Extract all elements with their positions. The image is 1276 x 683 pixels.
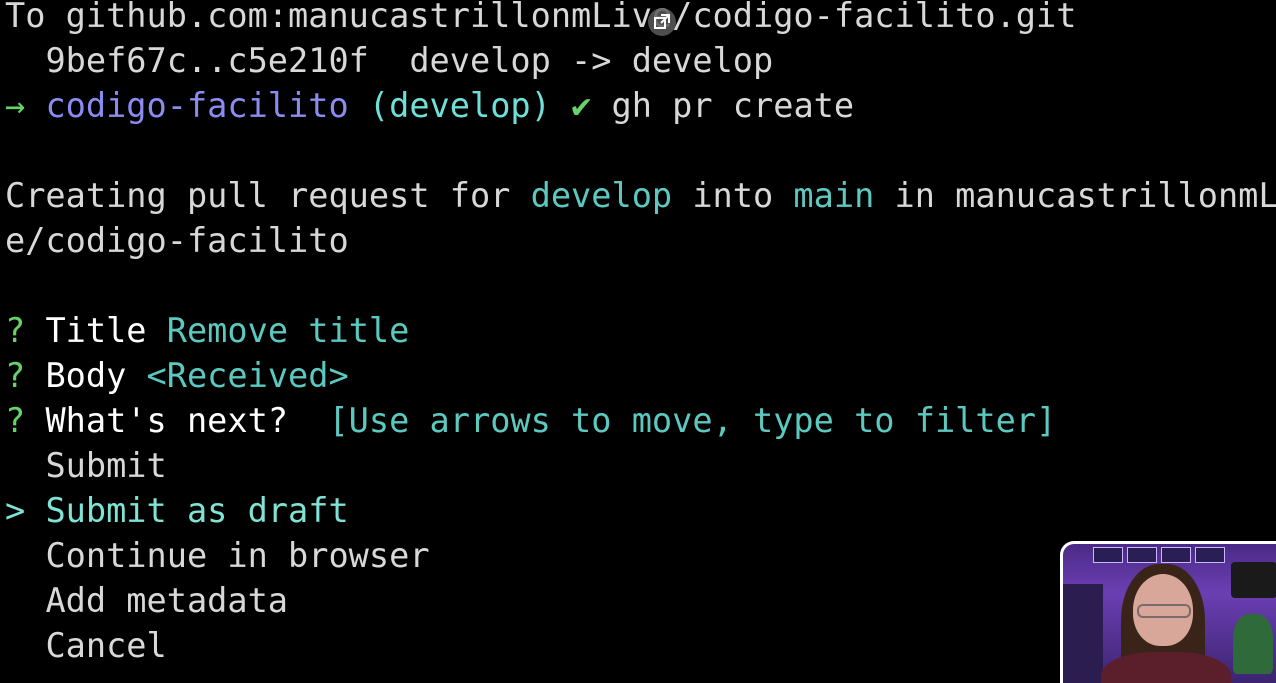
question-whats-next: ? What's next? [Use arrows to move, type… — [5, 398, 1056, 443]
option-cancel[interactable]: Cancel — [5, 623, 167, 668]
question-body: ? Body <Received> — [5, 353, 349, 398]
question-label: What's next? — [45, 401, 289, 440]
base-branch: main — [793, 176, 875, 215]
creating-suffix: in manucastrillonmLiv — [874, 176, 1276, 215]
prompt-branch: (develop) — [368, 86, 551, 125]
option-add-metadata[interactable]: Add metadata — [5, 578, 288, 623]
question-title: ? Title Remove title — [5, 308, 409, 353]
push-result-line: 9bef67c..c5e210f develop -> develop — [5, 38, 773, 83]
camera-equipment — [1231, 562, 1276, 598]
shell-prompt-line: → codigo-facilito (develop) ✔ gh pr crea… — [5, 83, 854, 128]
push-remote-url: github.com:manucastrillonmLive/codigo-fa… — [65, 0, 1077, 35]
prompt-directory: codigo-facilito — [45, 86, 349, 125]
webcam-overlay — [1060, 541, 1276, 683]
branch-mapping: develop -> develop — [409, 41, 774, 80]
question-label: Body — [45, 356, 127, 395]
wall-frame — [1127, 547, 1157, 563]
question-mark-icon: ? — [5, 356, 26, 395]
option-submit[interactable]: Submit — [5, 443, 167, 488]
plant — [1233, 614, 1273, 674]
question-label: Title — [45, 311, 147, 350]
external-link-icon[interactable] — [648, 8, 676, 36]
person-body — [1101, 652, 1231, 683]
prompt-hint: [Use arrows to move, type to filter] — [328, 401, 1057, 440]
creating-middle: into — [672, 176, 794, 215]
option-label: Cancel — [45, 626, 167, 665]
shelf — [1063, 584, 1103, 683]
option-continue-in-browser[interactable]: Continue in browser — [5, 533, 430, 578]
prompt-arrow-icon: → — [5, 86, 26, 125]
creating-pr-line: Creating pull request for develop into m… — [5, 173, 1276, 218]
push-to-label: To — [5, 0, 46, 35]
wall-frame — [1195, 547, 1225, 563]
creating-wrap: e/codigo-facilito — [5, 221, 349, 260]
option-label: Submit — [45, 446, 167, 485]
wall-frame — [1161, 547, 1191, 563]
commit-range: 9bef67c..c5e210f — [45, 41, 369, 80]
glasses — [1137, 604, 1191, 618]
terminal-window[interactable]: To github.com:manucastrillonmLive/codigo… — [0, 0, 1276, 683]
option-label: Submit as draft — [45, 491, 349, 530]
question-mark-icon: ? — [5, 401, 26, 440]
prompt-command: gh pr create — [611, 86, 855, 125]
head-branch: develop — [530, 176, 673, 215]
selection-marker-icon: > — [5, 491, 26, 530]
title-answer: Remove title — [166, 311, 410, 350]
option-label: Continue in browser — [45, 536, 430, 575]
creating-pr-wrap-line: e/codigo-facilito — [5, 218, 349, 263]
option-label: Add metadata — [45, 581, 289, 620]
wall-frame — [1093, 547, 1123, 563]
body-answer: <Received> — [146, 356, 349, 395]
push-remote-line: To github.com:manucastrillonmLive/codigo… — [5, 0, 1076, 38]
option-submit-as-draft[interactable]: > Submit as draft — [5, 488, 349, 533]
creating-prefix: Creating pull request for — [5, 176, 531, 215]
prompt-check-icon: ✔ — [571, 86, 592, 125]
question-mark-icon: ? — [5, 311, 26, 350]
